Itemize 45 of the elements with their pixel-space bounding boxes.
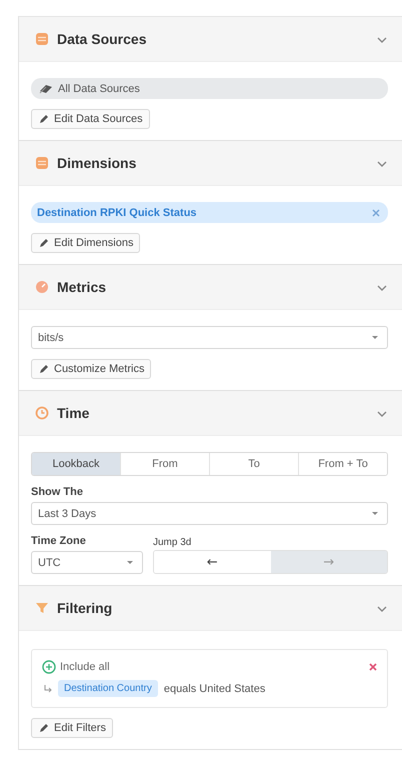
clock-icon (35, 406, 49, 420)
chevron-down-icon (376, 408, 388, 418)
pencil-icon (38, 722, 50, 734)
chevron-down-icon (376, 34, 388, 44)
dimension-label: Destination RPKI Quick Status (37, 206, 198, 218)
edit-button[interactable]: Customize Metrics (31, 359, 152, 379)
caret-icon (371, 511, 379, 516)
filter-condition: equals United States (164, 682, 266, 694)
section-title: Dimensions (57, 155, 136, 171)
data-source-pill[interactable]: All Data Sources (31, 78, 388, 99)
edit-button[interactable]: Edit Data Sources (31, 109, 150, 129)
dropdown[interactable]: UTC (31, 551, 143, 574)
caret-icon (371, 335, 379, 340)
chevron-down-icon (376, 158, 388, 168)
chevron-down-icon (376, 604, 388, 612)
gauge-icon (35, 280, 49, 294)
section-title: Filtering (57, 600, 112, 616)
plus-circle-icon (42, 660, 56, 674)
section-header[interactable]: Metrics (19, 265, 402, 310)
dropdown[interactable]: Last 3 Days (31, 502, 388, 525)
close-icon (372, 208, 380, 216)
section-header[interactable]: Filtering (19, 586, 402, 631)
pencil-icon (38, 113, 50, 125)
pencil-icon (38, 237, 50, 249)
branch-icon (44, 684, 52, 692)
section-header[interactable]: Dimensions (19, 141, 402, 186)
field-label: Jump 3d (153, 537, 192, 548)
filter-mode: Include all (60, 661, 110, 673)
section-header[interactable]: Data Sources (19, 17, 402, 62)
edit-button[interactable]: Edit Filters (31, 718, 113, 738)
caret-icon (126, 560, 134, 565)
section-title: Data Sources (57, 31, 146, 47)
chevron-down-icon (376, 282, 388, 292)
section-title: Time (57, 405, 90, 421)
field-label: Show The (31, 486, 84, 498)
funnel-icon (35, 601, 49, 615)
section-header[interactable]: Time (19, 391, 402, 436)
pencil-icon (38, 363, 50, 375)
dropdown[interactable]: bits/s (31, 326, 388, 349)
field-label: Time Zone (31, 535, 87, 547)
edit-button[interactable]: Edit Dimensions (31, 233, 140, 253)
segment-tab[interactable]: Lookback (32, 453, 120, 475)
section-title: Metrics (57, 279, 106, 295)
segment-tab[interactable]: From + To (298, 453, 387, 475)
remove-icon (369, 663, 377, 671)
